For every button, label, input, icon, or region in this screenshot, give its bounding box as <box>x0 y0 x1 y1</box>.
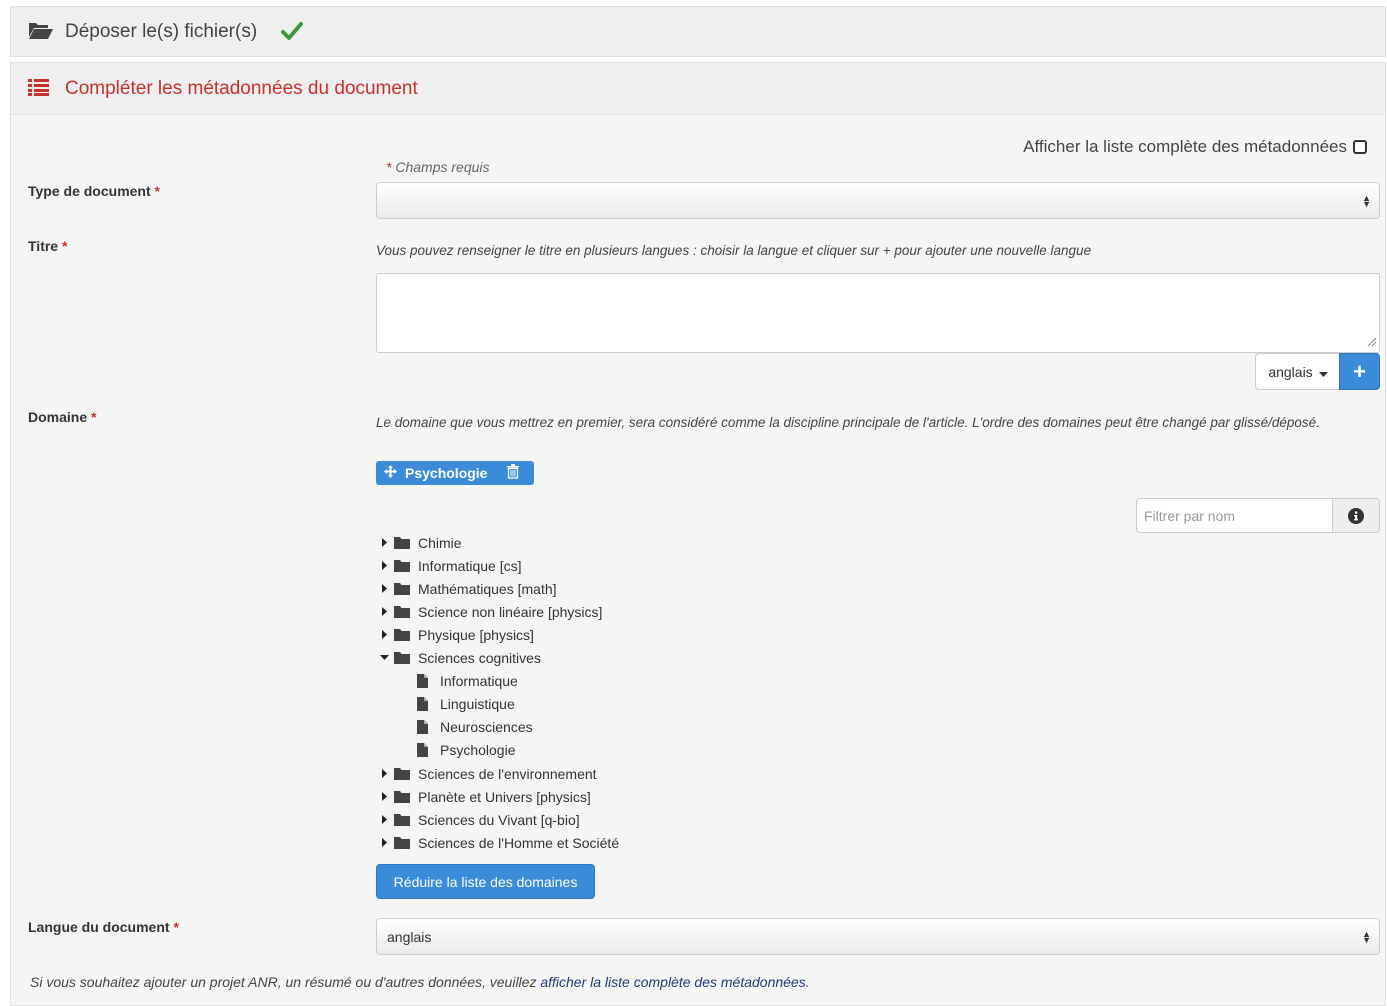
folder-icon <box>394 836 410 849</box>
folder-icon <box>394 559 410 572</box>
tree-node-environnement[interactable]: Sciences de l'environnement <box>376 762 597 785</box>
info-icon[interactable] <box>1332 498 1380 533</box>
tree-node-label: Sciences de l'Homme et Société <box>418 834 620 851</box>
list-icon <box>28 78 50 99</box>
check-icon <box>281 21 303 44</box>
tree-node-label: Chimie <box>418 534 462 551</box>
tree-leaf-label: Linguistique <box>440 695 515 712</box>
tree-node-homme-societe[interactable]: Sciences de l'Homme et Société <box>376 831 619 854</box>
document-language-label: Langue du document * <box>28 919 179 935</box>
full-metadata-checkbox[interactable] <box>1353 140 1367 154</box>
tree-node-label: Sciences du Vivant [q-bio] <box>418 811 580 828</box>
tree-node-planete-univers[interactable]: Planète et Univers [physics] <box>376 785 591 808</box>
caret-down-icon[interactable] <box>378 655 390 660</box>
footnote-end: . <box>805 974 810 990</box>
title-help: Vous pouvez renseigner le titre en plusi… <box>376 243 1092 258</box>
metadata-panel-title: Compléter les métadonnées du document <box>65 77 418 99</box>
tree-node-chimie[interactable]: Chimie <box>376 531 462 554</box>
document-language-select[interactable]: anglais ▲ ▼ <box>376 918 1380 955</box>
select-arrows-icon: ▲ ▼ <box>1362 928 1371 945</box>
tree-node-label: Science non linéaire [physics] <box>418 603 603 620</box>
deposit-panel-header[interactable]: Déposer le(s) fichier(s) <box>10 6 1386 57</box>
footnote-text: Si vous souhaitez ajouter un projet ANR,… <box>30 974 541 990</box>
tree-node-physique[interactable]: Physique [physics] <box>376 623 534 646</box>
caret-right-icon[interactable] <box>378 769 390 778</box>
title-textarea[interactable] <box>376 273 1380 353</box>
folder-icon <box>394 582 410 595</box>
caret-right-icon[interactable] <box>378 838 390 847</box>
tree-node-label: Informatique [cs] <box>418 557 522 574</box>
add-title-language-button[interactable]: + <box>1339 353 1380 390</box>
title-language-value: anglais <box>1268 363 1313 380</box>
move-icon[interactable] <box>384 465 397 481</box>
resize-handle-icon[interactable] <box>1367 334 1377 350</box>
file-icon <box>417 742 428 757</box>
caret-right-icon[interactable] <box>378 815 390 824</box>
file-icon <box>417 719 428 734</box>
tree-node-sciences-vivant[interactable]: Sciences du Vivant [q-bio] <box>376 808 580 831</box>
folder-open-icon <box>28 20 54 43</box>
folder-icon <box>394 767 410 780</box>
document-language-value: anglais <box>387 928 432 945</box>
tree-node-mathematiques[interactable]: Mathématiques [math] <box>376 577 557 600</box>
folder-icon <box>394 628 410 641</box>
domain-filter-group <box>1136 498 1380 533</box>
folder-icon <box>394 790 410 803</box>
doc-type-label: Type de document * <box>28 183 160 199</box>
required-note: * Champs requis <box>386 159 490 175</box>
title-language-dropdown[interactable]: anglais <box>1255 353 1340 390</box>
tree-node-science-non-lineaire[interactable]: Science non linéaire [physics] <box>376 600 602 623</box>
tree-leaf-psychologie[interactable]: Psychologie <box>417 738 516 761</box>
domain-help: Le domaine que vous mettrez en premier, … <box>376 415 1320 430</box>
folder-icon <box>394 536 410 549</box>
deposit-panel-title: Déposer le(s) fichier(s) <box>65 20 258 42</box>
domain-filter-input[interactable] <box>1136 498 1333 533</box>
reduce-domain-list-button[interactable]: Réduire la liste des domaines <box>376 864 595 899</box>
tree-node-sciences-cognitives[interactable]: Sciences cognitives <box>376 646 541 669</box>
caret-right-icon[interactable] <box>378 630 390 639</box>
metadata-panel-header[interactable]: Compléter les métadonnées du document <box>10 62 1386 115</box>
tree-node-label: Sciences cognitives <box>418 649 541 666</box>
tree-leaf-neurosciences[interactable]: Neurosciences <box>417 715 533 738</box>
footnote: Si vous souhaitez ajouter un projet ANR,… <box>30 974 810 990</box>
tree-leaf-informatique[interactable]: Informatique <box>417 669 518 692</box>
select-arrows-icon: ▲ ▼ <box>1362 192 1371 209</box>
tree-node-label: Mathématiques [math] <box>418 580 557 597</box>
show-full-metadata-link[interactable]: afficher la liste complète des métadonné… <box>540 974 805 990</box>
tree-leaf-label: Informatique <box>440 672 518 689</box>
selected-domain-label: Psychologie <box>405 465 488 481</box>
trash-icon[interactable] <box>507 464 520 482</box>
caret-right-icon[interactable] <box>378 561 390 570</box>
tree-node-label: Physique [physics] <box>418 626 534 643</box>
selected-domain-tag[interactable]: Psychologie <box>376 461 534 485</box>
folder-icon <box>394 605 410 618</box>
folder-icon <box>394 813 410 826</box>
title-label: Titre * <box>28 238 68 254</box>
tree-node-label: Planète et Univers [physics] <box>418 788 591 805</box>
caret-down-icon <box>1318 364 1328 380</box>
caret-right-icon[interactable] <box>378 584 390 593</box>
tree-leaf-label: Neurosciences <box>440 718 533 735</box>
caret-right-icon[interactable] <box>378 792 390 801</box>
folder-icon <box>394 651 410 664</box>
caret-right-icon[interactable] <box>378 538 390 547</box>
tree-leaf-label: Psychologie <box>440 741 516 758</box>
tree-leaf-linguistique[interactable]: Linguistique <box>417 692 515 715</box>
file-icon <box>417 696 428 711</box>
tree-node-informatique[interactable]: Informatique [cs] <box>376 554 522 577</box>
caret-right-icon[interactable] <box>378 607 390 616</box>
full-metadata-toggle[interactable]: Afficher la liste complète des métadonné… <box>1023 137 1367 157</box>
domain-label: Domaine * <box>28 409 97 425</box>
file-icon <box>417 673 428 688</box>
doc-type-select[interactable]: ▲ ▼ <box>376 182 1380 219</box>
tree-node-label: Sciences de l'environnement <box>418 765 597 782</box>
full-metadata-toggle-label: Afficher la liste complète des métadonné… <box>1023 137 1347 156</box>
